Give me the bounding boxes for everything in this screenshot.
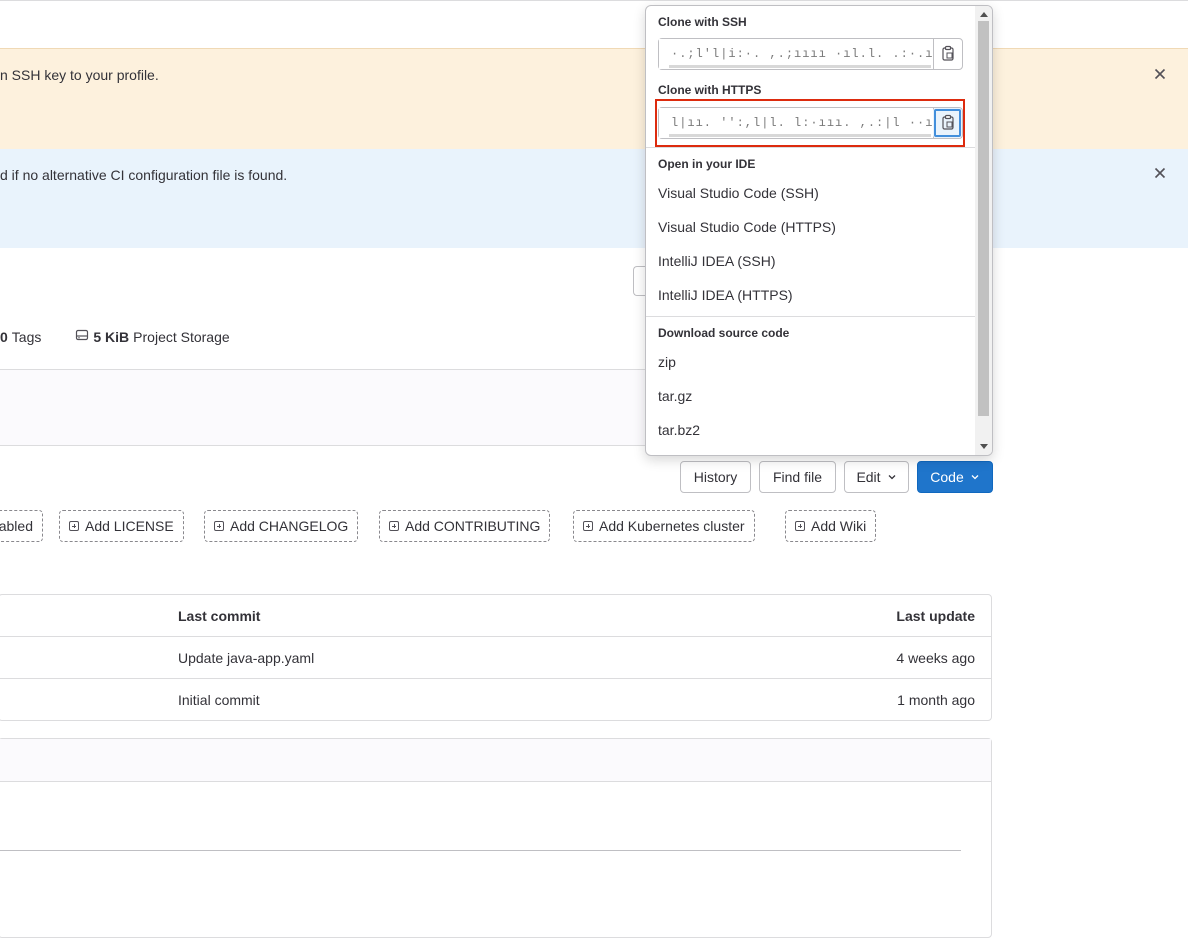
clone-https-label: Clone with HTTPS — [658, 83, 762, 97]
clone-ssh-url-field[interactable]: ·.;l'l|i:·. ,.;ıııı ·ıl.l. .:·.ıııı · — [659, 39, 934, 69]
scroll-down-arrow-icon[interactable] — [980, 444, 988, 449]
download-source-label: Download source code — [658, 326, 790, 340]
ide-item-vscode-ssh[interactable]: Visual Studio Code (SSH) — [658, 185, 819, 201]
plus-square-icon — [389, 521, 399, 531]
storage-size: 5 KiB — [93, 328, 130, 345]
readme-header — [0, 739, 991, 782]
dropdown-scrollbar[interactable] — [975, 6, 992, 455]
add-contributing-label: Add CONTRIBUTING — [405, 518, 541, 534]
plus-square-icon — [583, 521, 593, 531]
code-label: Code — [930, 469, 964, 485]
tags-label: Tags — [11, 328, 42, 345]
storage-label: Project Storage — [133, 328, 230, 345]
storage-stat[interactable]: 5 KiB Project Storage — [75, 328, 230, 345]
update-time: 1 month ago — [897, 692, 975, 708]
add-wiki-button[interactable]: Add Wiki — [785, 510, 877, 542]
add-wiki-label: Add Wiki — [811, 518, 867, 534]
clipboard-icon — [941, 45, 955, 64]
open-in-ide-label: Open in your IDE — [658, 157, 756, 171]
add-kubernetes-label: Add Kubernetes cluster — [599, 518, 745, 534]
dropdown-divider — [646, 316, 976, 317]
tags-stat[interactable]: 0 Tags — [0, 329, 41, 345]
update-time: 4 weeks ago — [896, 650, 975, 666]
close-icon[interactable] — [1152, 66, 1168, 82]
readme-divider — [0, 850, 961, 851]
highlight-annotation — [655, 99, 965, 147]
clone-ssh-input-group: ·.;l'l|i:·. ,.;ıııı ·ıl.l. .:·.ıııı · — [658, 38, 963, 70]
add-license-label: Add LICENSE — [85, 518, 174, 534]
project-stats: 0 Tags 5 KiB Project Storage — [0, 328, 230, 345]
add-changelog-label: Add CHANGELOG — [230, 518, 349, 534]
add-license-button[interactable]: Add LICENSE — [59, 510, 184, 542]
commit-message-link[interactable]: Update java-app.yaml — [178, 650, 314, 666]
partial-action-button[interactable]: abled — [0, 510, 43, 542]
top-divider — [0, 0, 1188, 1]
table-row[interactable]: Initial commit 1 month ago — [0, 679, 991, 721]
download-zip[interactable]: zip — [658, 354, 676, 370]
chevron-down-icon — [887, 469, 897, 485]
plus-square-icon — [214, 521, 224, 531]
download-tar-gz[interactable]: tar.gz — [658, 388, 692, 404]
history-button[interactable]: History — [680, 461, 751, 493]
ide-item-intellij-https[interactable]: IntelliJ IDEA (HTTPS) — [658, 287, 793, 303]
readme-panel — [0, 738, 992, 938]
table-header-row: Last commit Last update — [0, 595, 991, 637]
code-dropdown-button[interactable]: Code — [917, 461, 993, 493]
ci-info-text: d if no alternative CI configuration fil… — [0, 167, 288, 183]
edit-label: Edit — [856, 469, 881, 485]
add-kubernetes-cluster-button[interactable]: Add Kubernetes cluster — [573, 510, 755, 542]
scroll-up-arrow-icon[interactable] — [980, 12, 988, 17]
ssh-key-warning-banner: n SSH key to your profile. — [0, 48, 1188, 149]
dropdown-divider — [646, 147, 976, 148]
clone-ssh-label: Clone with SSH — [658, 15, 747, 29]
tags-count: 0 — [0, 328, 8, 345]
add-contributing-button[interactable]: Add CONTRIBUTING — [379, 510, 551, 542]
download-tar-bz2[interactable]: tar.bz2 — [658, 422, 700, 438]
ci-info-banner: d if no alternative CI configuration fil… — [0, 149, 1188, 248]
storage-icon — [75, 328, 89, 345]
add-changelog-button[interactable]: Add CHANGELOG — [204, 510, 359, 542]
commit-message-link[interactable]: Initial commit — [178, 692, 260, 708]
scrollbar-thumb[interactable] — [978, 21, 989, 416]
last-update-header: Last update — [896, 608, 975, 624]
chevron-down-icon — [970, 469, 980, 485]
plus-square-icon — [69, 521, 79, 531]
file-table: Last commit Last update Update java-app.… — [0, 594, 992, 721]
ide-item-intellij-ssh[interactable]: IntelliJ IDEA (SSH) — [658, 253, 775, 269]
code-dropdown-menu: Clone with SSH ·.;l'l|i:·. ,.;ıııı ·ıl.l… — [645, 5, 993, 456]
copy-ssh-url-button[interactable] — [933, 39, 962, 69]
find-file-button[interactable]: Find file — [759, 461, 836, 493]
edit-dropdown-button[interactable]: Edit — [844, 461, 909, 493]
last-commit-header: Last commit — [178, 608, 261, 624]
table-row[interactable]: Update java-app.yaml 4 weeks ago — [0, 637, 991, 679]
ssh-warning-text: n SSH key to your profile. — [0, 67, 159, 83]
ide-item-vscode-https[interactable]: Visual Studio Code (HTTPS) — [658, 219, 836, 235]
plus-square-icon — [795, 521, 805, 531]
partial-action-label: abled — [0, 518, 33, 534]
close-icon[interactable] — [1152, 165, 1168, 181]
